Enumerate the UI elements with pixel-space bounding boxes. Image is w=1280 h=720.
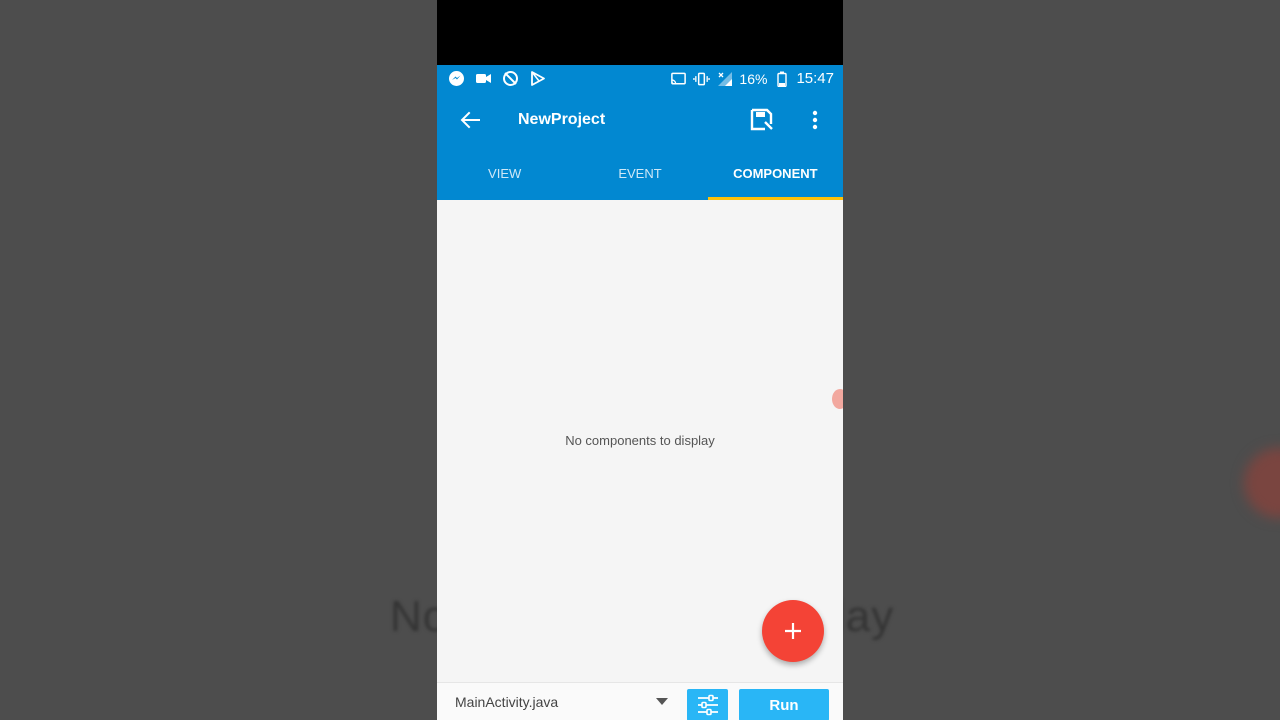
file-select-value: MainActivity.java [455, 694, 559, 710]
arrow-back-icon [460, 111, 480, 128]
vibrate-icon [693, 70, 711, 87]
tab-view[interactable]: VIEW [437, 147, 572, 200]
dropdown-arrow-icon [656, 698, 668, 705]
cast-icon [670, 70, 687, 87]
more-vert-icon [812, 110, 818, 130]
battery-percentage: 16% [739, 70, 768, 87]
tab-event[interactable]: EVENT [572, 147, 707, 200]
sliders-icon [697, 694, 718, 716]
back-button[interactable] [455, 105, 485, 135]
video-camera-icon [475, 70, 492, 87]
background-ghost-dot [1244, 448, 1280, 518]
save-icon [750, 108, 773, 131]
top-black-area [437, 0, 843, 65]
data-saver-icon [502, 70, 519, 87]
background-ghost-text-right: lay [835, 592, 895, 641]
build-settings-button[interactable] [687, 689, 728, 720]
play-store-icon [529, 70, 546, 87]
tab-bar: VIEW EVENT COMPONENT [437, 147, 843, 200]
bottom-bar: MainActivity.java Run [437, 682, 843, 720]
touch-indicator [832, 389, 843, 409]
run-button[interactable]: Run [739, 689, 829, 720]
plus-icon [785, 623, 801, 639]
file-select-dropdown[interactable]: MainActivity.java [455, 683, 670, 720]
page-title: NewProject [518, 110, 606, 128]
signal-icon [716, 70, 733, 87]
add-component-button[interactable] [762, 600, 824, 662]
tab-component[interactable]: COMPONENT [707, 147, 843, 200]
app-bar: NewProject [437, 92, 843, 147]
messenger-icon [448, 70, 465, 87]
component-list-area: No components to display [437, 200, 843, 682]
battery-icon [773, 70, 790, 87]
phone-screen: 16% 15:47 NewProject VIEW EVENT COMPONEN… [437, 0, 843, 720]
save-button[interactable] [748, 106, 776, 134]
empty-state-message: No components to display [565, 433, 715, 448]
status-time: 15:47 [796, 70, 834, 87]
more-options-button[interactable] [803, 106, 827, 134]
status-bar: 16% 15:47 [437, 65, 843, 92]
